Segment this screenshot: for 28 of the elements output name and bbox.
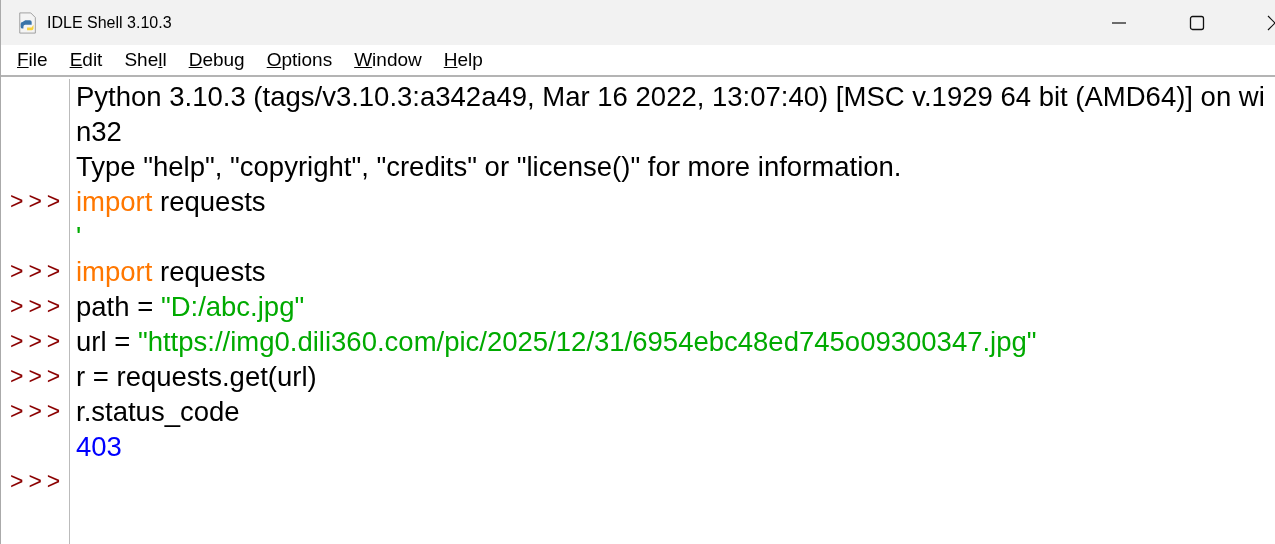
shell-line: ' xyxy=(76,220,82,253)
window-title: IDLE Shell 3.10.3 xyxy=(47,13,172,32)
shell-line: import requests xyxy=(76,185,266,218)
shell-prompt: >>> xyxy=(10,293,66,320)
menu-item[interactable]: Window xyxy=(344,49,434,71)
shell-line: 403 xyxy=(76,430,122,463)
maximize-icon[interactable] xyxy=(1189,14,1205,31)
menu-item[interactable]: Options xyxy=(256,49,345,71)
shell-prompt: >>> xyxy=(10,468,66,495)
menu-item[interactable]: Help xyxy=(433,49,495,71)
shell-line: r.status_code xyxy=(76,395,240,428)
menu-item[interactable]: Edit xyxy=(59,49,115,71)
shell-line: r = requests.get(url) xyxy=(76,360,317,393)
shell-line: url = "https://img0.dili360.com/pic/2025/12/31/6954ebc48ed745o09300347.jpg" xyxy=(76,325,1037,358)
shell-prompt: >>> xyxy=(10,258,66,285)
shell-prompt: >>> xyxy=(10,398,66,425)
shell-line: path = "D:/abc.jpg" xyxy=(76,290,305,323)
menu-item[interactable]: Debug xyxy=(178,49,257,71)
shell-prompt: >>> xyxy=(10,363,66,390)
shell-prompt: >>> xyxy=(10,328,66,355)
menu-item[interactable]: File xyxy=(7,49,60,71)
shell-line: Type "help", "copyright", "credits" or "license()" for more information. xyxy=(76,150,902,183)
shell-line: n32 xyxy=(76,115,122,148)
menu-item[interactable]: Shell xyxy=(114,49,179,71)
python-file-icon xyxy=(17,10,39,35)
shell-prompt: >>> xyxy=(10,188,66,215)
shell-line: import requests xyxy=(76,255,266,288)
shell-line: Python 3.10.3 (tags/v3.10.3:a342a49, Mar 16 2022, 13:07:40) [MSC v.1929 64 bit (AMD64)] on wi xyxy=(76,80,1265,113)
